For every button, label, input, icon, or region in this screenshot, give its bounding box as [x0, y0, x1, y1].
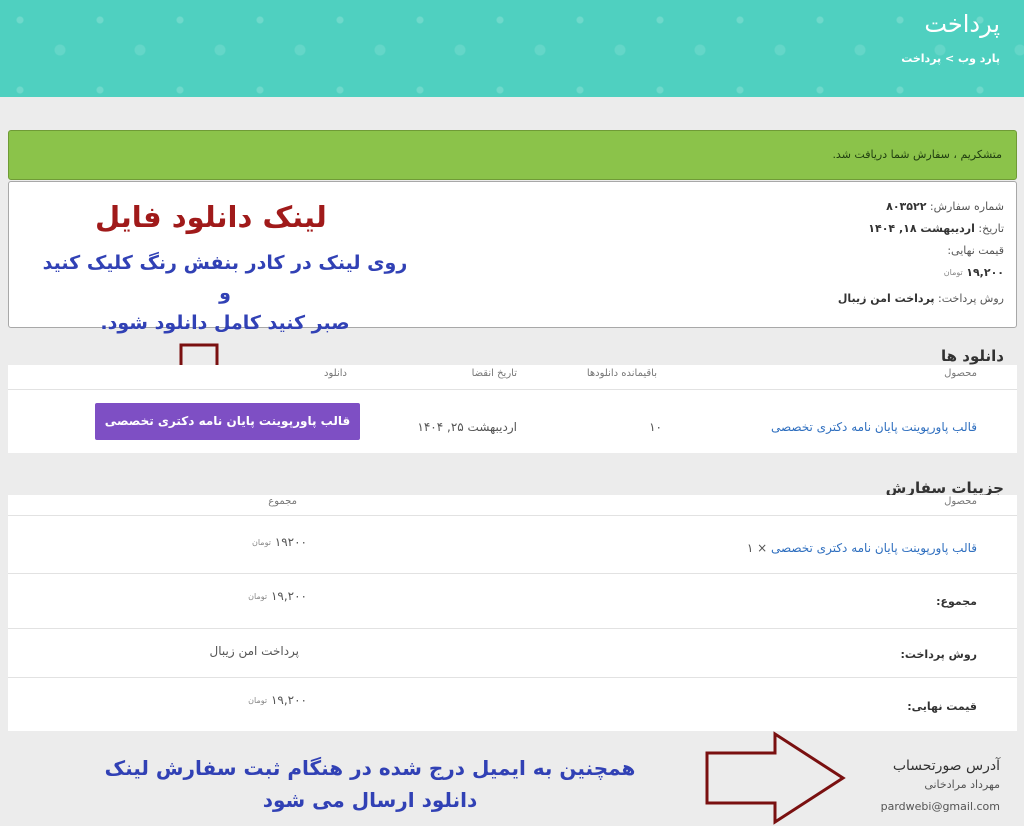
order-item-link[interactable]: قالب پاورپوینت پایان نامه دکتری تخصصی	[771, 541, 977, 555]
subtotal-label: مجموع:	[936, 595, 977, 608]
page-header: پرداخت پارد وب > پرداخت	[0, 0, 1024, 97]
download-remaining: ۱۰	[649, 420, 662, 434]
annotation-instructions: روی لینک در کادر بنفش رنگ کلیک کنید و صب…	[42, 252, 408, 334]
total-value: ۱۹,۲۰۰ تومان	[248, 693, 307, 707]
divider	[8, 677, 1017, 678]
order-number: شماره سفارش: ۸۰۳۵۲۲	[886, 200, 1004, 213]
order-item-qty: × ۱	[746, 541, 768, 555]
success-notice: متشکریم ، سفارش شما دریافت شد.	[8, 130, 1017, 180]
col-total: مجموع	[268, 496, 297, 507]
billing-name: مهرداد مرادخانی	[924, 778, 1000, 791]
payment-method-value: پرداخت امن زیبال	[209, 644, 300, 658]
col-expiry: تاریخ انقضا	[471, 368, 517, 379]
right-arrow-icon	[705, 731, 846, 825]
order-payment: روش پرداخت: پرداخت امن زیبال	[837, 292, 1004, 305]
order-item: قالب پاورپوینت پایان نامه دکتری تخصصی × …	[747, 541, 977, 555]
download-product-link[interactable]: قالب پاورپوینت پایان نامه دکتری تخصصی	[771, 420, 977, 434]
annotation-title: لینک دانلود فایل	[95, 200, 327, 234]
col-product: محصول	[944, 496, 977, 507]
currency-label: تومان	[943, 268, 963, 277]
download-file-button[interactable]: قالب پاورپوینت پایان نامه دکتری تخصصی	[95, 403, 360, 440]
total-label: قیمت نهایی:	[907, 700, 977, 713]
billing-address-title: آدرس صورتحساب	[892, 758, 1000, 774]
order-details-table: محصول مجموع قالب پاورپوینت پایان نامه دک…	[8, 495, 1017, 731]
downloads-title: دانلود ها	[941, 347, 1004, 365]
divider	[8, 628, 1017, 629]
currency-label: تومان	[248, 695, 268, 705]
annotation-email-note: همچنین به ایمیل درج شده در هنگام ثبت سفا…	[104, 756, 636, 812]
order-date: تاریخ: اردیبهشت ۱۸, ۱۴۰۴	[868, 222, 1004, 235]
success-message: متشکریم ، سفارش شما دریافت شد.	[832, 148, 1002, 161]
order-item-total: ۱۹۲۰۰ تومان	[251, 535, 307, 549]
divider	[8, 515, 1017, 516]
order-total-label: قیمت نهایی:	[947, 244, 1004, 257]
page-title: پرداخت	[924, 10, 1000, 38]
subtotal-value: ۱۹,۲۰۰ تومان	[248, 589, 307, 603]
col-product: محصول	[944, 368, 977, 379]
billing-email: pardwebi@gmail.com	[880, 800, 1000, 813]
breadcrumb[interactable]: پارد وب > پرداخت	[901, 52, 1000, 65]
download-expiry: اردیبهشت ۲۵, ۱۴۰۴	[417, 420, 517, 434]
col-download: دانلود	[324, 368, 347, 379]
divider	[8, 389, 1017, 390]
payment-method-label: روش پرداخت:	[900, 648, 977, 661]
order-total: ۱۹,۲۰۰ تومان	[943, 266, 1004, 279]
divider	[8, 573, 1017, 574]
currency-label: تومان	[248, 591, 268, 601]
col-remaining: باقیمانده دانلودها	[586, 368, 657, 379]
currency-label: تومان	[251, 537, 271, 547]
